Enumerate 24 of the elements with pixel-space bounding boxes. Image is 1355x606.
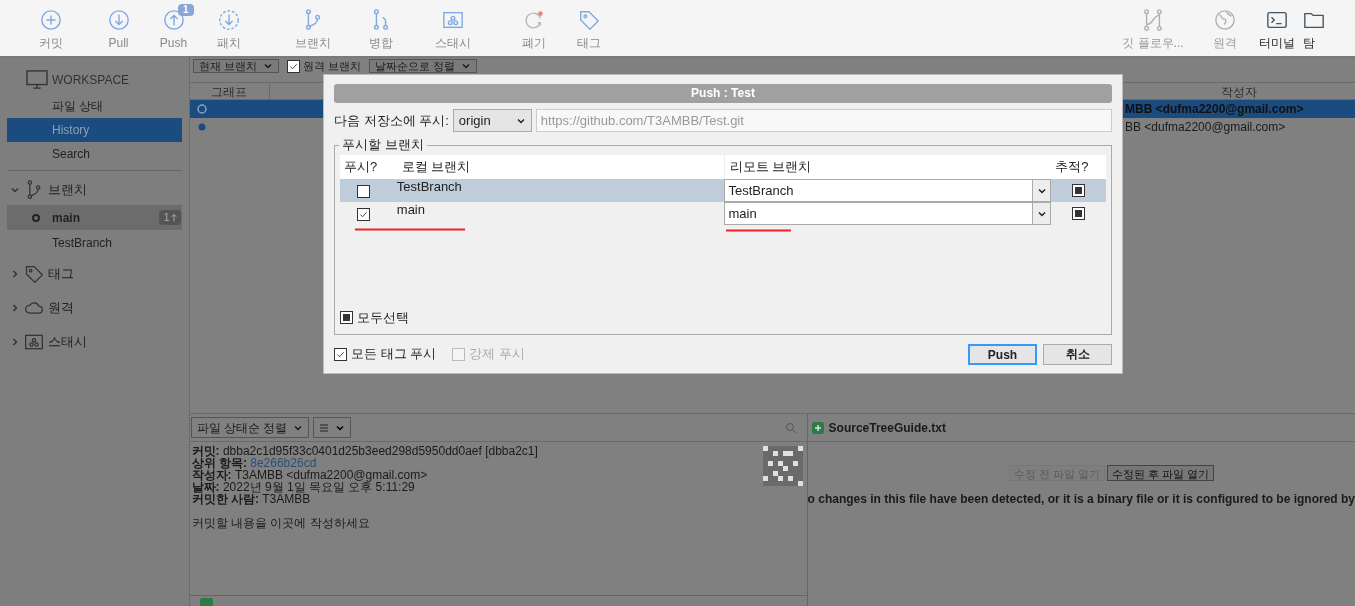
author-cell-text: BB <dufma2200@gmail.com> bbox=[1124, 119, 1287, 136]
author-cell-text: MBB <dufma2200@gmail.com> bbox=[1124, 101, 1305, 118]
checkbox-label: 모든 태그 푸시 bbox=[351, 345, 437, 364]
commit-message: 커밋할 내용을 이곳에 작성하세요 bbox=[191, 517, 371, 529]
dialog-title: Push : Test bbox=[334, 84, 1112, 103]
branch-name: TestBranch bbox=[52, 234, 113, 252]
checkbox-label: 강제 푸시 bbox=[469, 345, 525, 364]
section-title: WORKSPACE bbox=[52, 72, 130, 89]
commit-detail-line: 날짜: 2022년 9월 1일 목요일 오후 5:11:29 bbox=[191, 481, 415, 493]
file-name: SourceTreeGuide.txt bbox=[828, 419, 946, 437]
local-branch-name: TestBranch bbox=[395, 179, 463, 196]
field-label: 다음 저장소에 푸시: bbox=[334, 111, 449, 130]
commit-detail-line: 커밋: dbba2c1d95f33c0401d25b3eed298d5950dd0aef [dbba2c1] bbox=[191, 445, 539, 457]
local-branch-name: main bbox=[395, 202, 426, 219]
checkbox-label: 원격 브랜치 bbox=[302, 60, 361, 72]
branch-name: main bbox=[52, 209, 80, 227]
commit-detail-line: 커밋한 사람: T3AMBB bbox=[191, 493, 311, 505]
group-title: 푸시할 브랜치 bbox=[339, 137, 427, 153]
commit-detail-line: 작성자: T3AMBB <dufma2200@gmail.com> bbox=[191, 469, 429, 481]
count-badge: 1 bbox=[178, 4, 194, 16]
commit-detail-line: 상위 항목: 8e266b26cd bbox=[191, 457, 317, 469]
diff-message: o changes in this file have been detected, or it is a binary file or it is configured to be ignored by bbox=[807, 491, 1355, 508]
ahead-badge: 1 bbox=[159, 210, 181, 225]
checkbox-label: 모두선택 bbox=[357, 308, 409, 327]
